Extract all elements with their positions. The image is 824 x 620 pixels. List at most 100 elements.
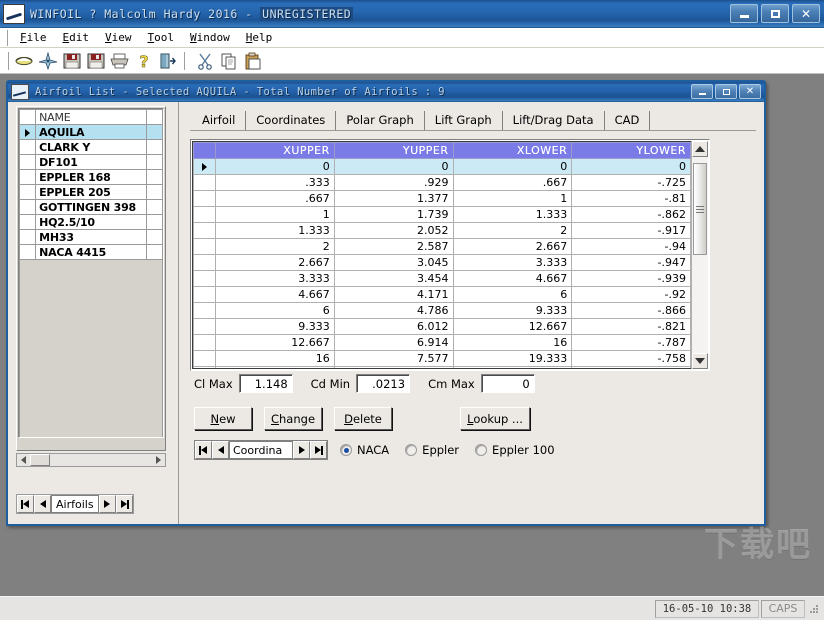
table-row[interactable]: 0 0 0 0: [194, 159, 691, 175]
scroll-left-button[interactable]: [17, 454, 30, 466]
airfoil-name[interactable]: DF101: [36, 155, 147, 170]
cell-yupper[interactable]: 4.171: [334, 287, 453, 303]
scroll-right-button[interactable]: [152, 454, 165, 466]
nav-prev-button[interactable]: [34, 495, 51, 513]
cell-xupper[interactable]: 9.333: [216, 319, 335, 335]
resize-grip-icon[interactable]: [807, 602, 821, 616]
airfoil-name[interactable]: EPPLER 205: [36, 185, 147, 200]
cell-yupper[interactable]: 4.786: [334, 303, 453, 319]
column-header-ylower[interactable]: YLOWER: [572, 143, 691, 159]
cell-xupper[interactable]: 2: [216, 239, 335, 255]
save-button[interactable]: [61, 50, 83, 72]
cell-yupper[interactable]: 1.377: [334, 191, 453, 207]
cell-yupper[interactable]: 3.454: [334, 271, 453, 287]
cell-yupper[interactable]: 7.577: [334, 351, 453, 367]
list-horizontal-scrollbar[interactable]: [16, 453, 166, 467]
tab-cad[interactable]: CAD: [605, 111, 651, 130]
cell-ylower[interactable]: -.787: [572, 335, 691, 351]
cell-xupper[interactable]: 12.667: [216, 335, 335, 351]
new-airfoil-button[interactable]: [37, 50, 59, 72]
cut-button[interactable]: [194, 50, 216, 72]
cell-ylower[interactable]: -.81: [572, 191, 691, 207]
child-close-button[interactable]: ✕: [739, 84, 761, 99]
radio-eppler[interactable]: Eppler: [405, 443, 459, 457]
table-row[interactable]: 6 4.786 9.333 -.866: [194, 303, 691, 319]
cell-xupper[interactable]: 6: [216, 303, 335, 319]
airfoil-name[interactable]: EPPLER 168: [36, 170, 147, 185]
cell-xlower[interactable]: 2: [453, 223, 572, 239]
cell-xupper[interactable]: .333: [216, 175, 335, 191]
table-row[interactable]: 4.667 4.171 6 -.92: [194, 287, 691, 303]
child-maximize-button[interactable]: [715, 84, 737, 99]
print-button[interactable]: [109, 50, 131, 72]
cell-xupper[interactable]: 4.667: [216, 287, 335, 303]
radio-naca[interactable]: NACA: [340, 443, 389, 457]
nav-last-button[interactable]: [116, 495, 133, 513]
cell-ylower[interactable]: -.92: [572, 287, 691, 303]
airfoil-name[interactable]: HQ2.5/10: [36, 215, 147, 230]
tab-polar-graph[interactable]: Polar Graph: [336, 111, 424, 130]
cell-xlower[interactable]: 12.667: [453, 319, 572, 335]
cl-max-field[interactable]: 1.148: [239, 374, 293, 393]
scroll-thumb[interactable]: [693, 163, 707, 255]
list-item[interactable]: HQ2.5/10: [20, 215, 163, 230]
table-row[interactable]: 9.333 6.012 12.667 -.821: [194, 319, 691, 335]
cell-yupper[interactable]: .929: [334, 175, 453, 191]
column-header-xlower[interactable]: XLOWER: [453, 143, 572, 159]
cell-xupper[interactable]: 16: [216, 351, 335, 367]
coord-nav-last-button[interactable]: [310, 441, 327, 459]
table-row[interactable]: 16 7.577 19.333 -.758: [194, 351, 691, 367]
table-row[interactable]: 1 1.739 1.333 -.862: [194, 207, 691, 223]
list-item[interactable]: NACA 4415: [20, 245, 163, 260]
child-minimize-button[interactable]: [691, 84, 713, 99]
copy-button[interactable]: [218, 50, 240, 72]
list-item[interactable]: EPPLER 205: [20, 185, 163, 200]
list-item[interactable]: AQUILA: [20, 125, 163, 140]
nav-next-button[interactable]: [99, 495, 116, 513]
column-header-xupper[interactable]: XUPPER: [216, 143, 335, 159]
paste-button[interactable]: [242, 50, 264, 72]
cd-min-field[interactable]: .0213: [356, 374, 410, 393]
cell-xlower[interactable]: 9.333: [453, 303, 572, 319]
tab-lift-graph[interactable]: Lift Graph: [425, 111, 503, 130]
airfoil-name[interactable]: GOTTINGEN 398: [36, 200, 147, 215]
cell-xupper[interactable]: 3.333: [216, 271, 335, 287]
menu-item-view[interactable]: View: [97, 29, 140, 46]
menu-item-tool[interactable]: Tool: [140, 29, 183, 46]
cell-yupper[interactable]: 1.739: [334, 207, 453, 223]
cell-yupper[interactable]: 6.012: [334, 319, 453, 335]
tab-coordinates[interactable]: Coordinates: [246, 111, 336, 130]
menu-grip[interactable]: [2, 30, 8, 46]
child-titlebar[interactable]: Airfoil List - Selected AQUILA - Total N…: [8, 82, 764, 102]
main-titlebar[interactable]: WINFOIL ? Malcolm Hardy 2016 - UNREGISTE…: [0, 0, 824, 28]
cell-xlower[interactable]: 1: [453, 191, 572, 207]
cell-yupper[interactable]: 0: [334, 159, 453, 175]
cell-xupper[interactable]: 0: [216, 159, 335, 175]
cm-max-field[interactable]: 0: [481, 374, 535, 393]
list-item[interactable]: DF101: [20, 155, 163, 170]
change-record-button[interactable]: Change: [264, 407, 322, 430]
airfoil-name[interactable]: NACA 4415: [36, 245, 147, 260]
close-button[interactable]: ✕: [792, 4, 820, 23]
tab-lift-drag-data[interactable]: Lift/Drag Data: [503, 111, 605, 130]
tab-airfoil[interactable]: Airfoil: [192, 111, 246, 130]
new-record-button[interactable]: New: [194, 407, 252, 430]
cell-xlower[interactable]: 0: [453, 159, 572, 175]
cell-ylower[interactable]: -.94: [572, 239, 691, 255]
table-row[interactable]: .667 1.377 1 -.81: [194, 191, 691, 207]
coordinates-vertical-scrollbar[interactable]: [691, 141, 708, 369]
cell-yupper[interactable]: 6.914: [334, 335, 453, 351]
table-row[interactable]: 2.667 3.045 3.333 -.947: [194, 255, 691, 271]
cell-xlower[interactable]: .667: [453, 175, 572, 191]
table-row[interactable]: 2 2.587 2.667 -.94: [194, 239, 691, 255]
cell-ylower[interactable]: -.939: [572, 271, 691, 287]
list-item[interactable]: MH33: [20, 230, 163, 245]
airfoil-name[interactable]: MH33: [36, 230, 147, 245]
nav-first-button[interactable]: [17, 495, 34, 513]
scroll-up-button[interactable]: [692, 141, 708, 157]
cell-ylower[interactable]: -.866: [572, 303, 691, 319]
save-as-button[interactable]: [85, 50, 107, 72]
cell-xlower[interactable]: 16: [453, 335, 572, 351]
help-button[interactable]: ?: [133, 50, 155, 72]
cell-ylower[interactable]: -.758: [572, 351, 691, 367]
